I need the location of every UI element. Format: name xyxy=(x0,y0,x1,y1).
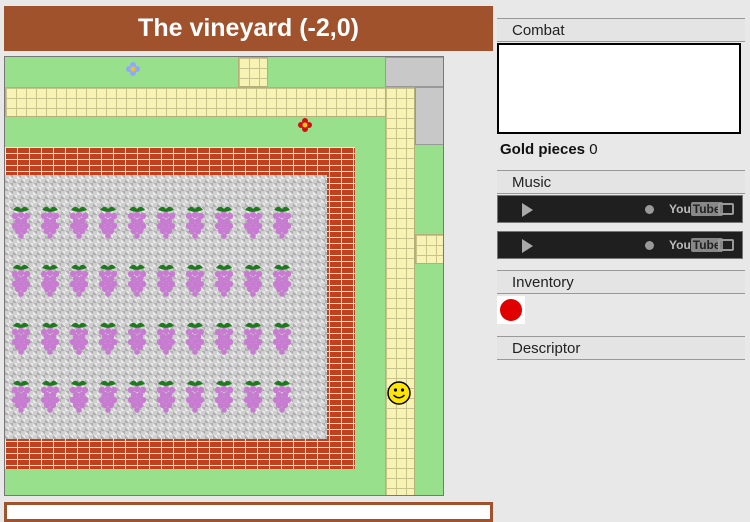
grape-vine-icon[interactable] xyxy=(125,377,149,413)
grape-vine-icon[interactable] xyxy=(212,203,236,239)
grape-vine-icon[interactable] xyxy=(9,261,33,297)
grape-vine-icon[interactable] xyxy=(270,261,294,297)
music-player[interactable]: You Tube xyxy=(497,195,743,223)
grape-vine-icon[interactable] xyxy=(38,319,62,355)
cast-icon[interactable] xyxy=(718,203,734,215)
cast-icon[interactable] xyxy=(718,239,734,251)
grape-row xyxy=(9,203,309,243)
red-flower-icon[interactable] xyxy=(298,118,312,132)
grape-vine-icon[interactable] xyxy=(67,261,91,297)
inventory-header: Inventory xyxy=(497,270,745,294)
path-tile xyxy=(238,57,268,87)
watch-later-icon[interactable] xyxy=(645,241,654,250)
wall-block xyxy=(385,57,443,87)
page-title: The vineyard (-2,0) xyxy=(4,6,493,51)
grape-vine-icon[interactable] xyxy=(96,377,120,413)
grape-vine-icon[interactable] xyxy=(38,203,62,239)
grape-vine-icon[interactable] xyxy=(241,261,265,297)
grape-vine-icon[interactable] xyxy=(67,203,91,239)
blue-flower-icon[interactable] xyxy=(126,62,140,76)
grape-vine-icon[interactable] xyxy=(125,319,149,355)
grape-vine-icon[interactable] xyxy=(67,319,91,355)
combat-header: Combat xyxy=(497,18,745,42)
grape-vine-icon[interactable] xyxy=(96,319,120,355)
grape-vine-icon[interactable] xyxy=(212,261,236,297)
grape-vine-icon[interactable] xyxy=(96,203,120,239)
path-tile xyxy=(5,87,415,117)
inventory-slot[interactable] xyxy=(497,296,525,324)
grape-vine-icon[interactable] xyxy=(9,377,33,413)
smiley-face-icon[interactable] xyxy=(387,381,411,405)
grape-vine-icon[interactable] xyxy=(96,261,120,297)
grape-vine-icon[interactable] xyxy=(154,203,178,239)
grape-vine-icon[interactable] xyxy=(270,377,294,413)
grape-vine-icon[interactable] xyxy=(183,377,207,413)
grape-vine-icon[interactable] xyxy=(9,319,33,355)
grape-vine-icon[interactable] xyxy=(125,203,149,239)
grape-row xyxy=(9,377,309,417)
watch-later-icon[interactable] xyxy=(645,205,654,214)
grape-vine-icon[interactable] xyxy=(183,203,207,239)
grape-vine-icon[interactable] xyxy=(212,377,236,413)
grape-vine-icon[interactable] xyxy=(183,319,207,355)
grape-vine-icon[interactable] xyxy=(9,203,33,239)
play-icon[interactable] xyxy=(522,239,533,253)
grape-vine-icon[interactable] xyxy=(154,261,178,297)
youtube-logo[interactable]: You Tube xyxy=(669,238,723,252)
grape-vine-icon[interactable] xyxy=(154,377,178,413)
descriptor-header: Descriptor xyxy=(497,336,745,360)
path-tile xyxy=(385,87,415,495)
grape-vine-icon[interactable] xyxy=(270,203,294,239)
game-map[interactable] xyxy=(4,56,444,496)
message-panel xyxy=(4,502,493,522)
grape-vine-icon[interactable] xyxy=(241,319,265,355)
grape-vine-icon[interactable] xyxy=(212,319,236,355)
grape-row xyxy=(9,319,309,359)
grape-vine-icon[interactable] xyxy=(270,319,294,355)
grape-vine-icon[interactable] xyxy=(183,261,207,297)
grape-vine-icon[interactable] xyxy=(38,377,62,413)
youtube-logo[interactable]: You Tube xyxy=(669,202,723,216)
play-icon[interactable] xyxy=(522,203,533,217)
grape-vine-icon[interactable] xyxy=(38,261,62,297)
grape-vine-icon[interactable] xyxy=(154,319,178,355)
music-header: Music xyxy=(497,170,745,194)
gold-label: Gold pieces xyxy=(500,141,586,158)
grape-row xyxy=(9,261,309,301)
gold-value: 0 xyxy=(589,141,598,158)
path-tile xyxy=(415,234,443,264)
wall-block xyxy=(415,87,443,145)
combat-box xyxy=(497,43,741,134)
red-orb-icon[interactable] xyxy=(500,299,522,321)
grape-vine-icon[interactable] xyxy=(125,261,149,297)
grape-vine-icon[interactable] xyxy=(67,377,91,413)
grape-vine-icon[interactable] xyxy=(241,203,265,239)
gold-counter: Gold pieces 0 xyxy=(500,141,598,158)
grape-vine-icon[interactable] xyxy=(241,377,265,413)
music-player[interactable]: You Tube xyxy=(497,231,743,259)
